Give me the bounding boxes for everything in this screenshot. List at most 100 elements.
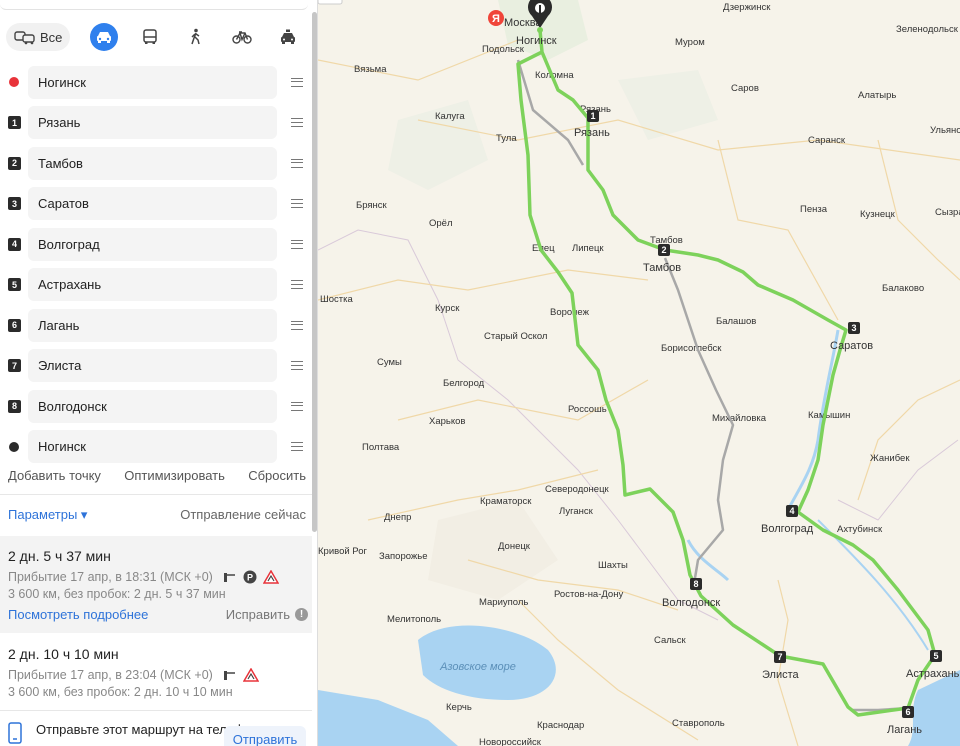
city-label: Саранск <box>808 135 846 146</box>
route-point-field[interactable]: Ногинск <box>28 430 277 464</box>
report-issue-label: Исправить <box>225 607 290 622</box>
route-point: 1 Рязань <box>0 103 310 144</box>
route-feature-icons: P <box>223 570 279 584</box>
city-label: Дзержинск <box>723 2 771 13</box>
city-label: Ростов-на-Дону <box>554 589 623 600</box>
city-label-major: Лагань <box>887 724 922 736</box>
route-point-field[interactable]: Тамбов <box>28 146 277 180</box>
route-arrival-text: Прибытие 17 апр, в 18:31 (МСК +0) <box>8 570 213 584</box>
city-label: Керчь <box>446 702 472 713</box>
car-bus-icon <box>14 31 35 45</box>
warning-icon <box>242 668 259 682</box>
route-point-label: Ногинск <box>38 74 86 90</box>
map-control-edge[interactable] <box>318 0 343 5</box>
reset-button[interactable]: Сбросить <box>248 468 306 483</box>
mode-all-label: Все <box>40 29 63 45</box>
route-point-label: Волгодонск <box>38 398 107 414</box>
svg-text:P: P <box>247 573 253 583</box>
drag-handle-icon[interactable] <box>291 199 303 209</box>
route-point-label: Лагань <box>38 317 80 333</box>
city-label: Сумы <box>377 357 402 368</box>
city-label-major: Волгоград <box>761 523 814 535</box>
city-label: Новороссийск <box>479 737 542 746</box>
route-points-list: Ногинск 1 Рязань 2 Тамбов 3 Саратов 4 Во… <box>0 62 310 467</box>
route-distance: 3 600 км, без пробок: 2 дн. 10 ч 10 мин <box>8 685 233 699</box>
city-label: Донецк <box>498 541 531 552</box>
route-point-field[interactable]: Саратов <box>28 187 277 221</box>
drag-handle-icon[interactable] <box>291 320 303 330</box>
city-label: Курск <box>435 303 460 314</box>
route-point-field[interactable]: Волгоград <box>28 227 277 261</box>
mode-car-button[interactable] <box>90 23 119 51</box>
params-dropdown[interactable]: Параметры ▾ <box>8 507 87 523</box>
city-label: Днепр <box>384 512 411 523</box>
city-label: Запорожье <box>379 551 428 562</box>
route-arrival-text: Прибытие 17 апр, в 23:04 (МСК +0) <box>8 668 213 682</box>
route-point-field[interactable]: Элиста <box>28 349 277 383</box>
report-issue-button[interactable]: Исправить! <box>226 607 308 622</box>
drag-handle-icon[interactable] <box>291 77 303 87</box>
city-label: Брянск <box>356 200 388 211</box>
route-point-label: Элиста <box>38 358 82 374</box>
end-point-icon <box>9 441 19 452</box>
waypoint-number-icon: 2 <box>8 156 21 170</box>
city-label: Ставрополь <box>672 718 725 729</box>
route-arrival: Прибытие 17 апр, в 23:04 (МСК +0) <box>8 668 308 682</box>
map-view[interactable]: Дзержинск Зеленодольск Подольск Коломна … <box>318 0 960 746</box>
route-point: 2 Тамбов <box>0 143 310 184</box>
route-option-2[interactable]: 2 дн. 10 ч 10 мин Прибытие 17 апр, в 23:… <box>8 646 308 699</box>
mode-bicycle-button[interactable] <box>228 23 256 51</box>
city-label: Камышин <box>808 410 850 421</box>
route-point-field[interactable]: Астрахань <box>28 268 277 302</box>
city-label: Ульянов <box>930 125 960 136</box>
route-point-field[interactable]: Лагань <box>28 308 277 342</box>
route-arrival: Прибытие 17 апр, в 18:31 (МСК +0) P <box>8 570 308 584</box>
drag-handle-icon[interactable] <box>291 361 303 371</box>
mode-walk-button[interactable] <box>182 23 210 51</box>
route-point-field[interactable]: Ногинск <box>28 65 277 99</box>
taxi-icon <box>281 29 296 44</box>
waypoint-number-icon: 6 <box>8 318 21 332</box>
departure-time-button[interactable]: Отправление сейчас <box>180 507 306 523</box>
mode-taxi-button[interactable] <box>274 23 302 51</box>
city-label-major: Тамбов <box>643 262 681 274</box>
city-label: Мариуполь <box>479 597 528 608</box>
divider <box>0 710 312 711</box>
drag-handle-icon[interactable] <box>291 442 303 452</box>
city-label: Вязьма <box>354 64 387 75</box>
mode-bus-button[interactable] <box>136 23 164 51</box>
route-details-link[interactable]: Посмотреть подробнее <box>8 607 148 622</box>
drag-handle-icon[interactable] <box>291 401 303 411</box>
drag-handle-icon[interactable] <box>291 118 303 128</box>
city-label: Пенза <box>800 204 828 215</box>
route-point-field[interactable]: Рязань <box>28 106 277 140</box>
send-button[interactable]: Отправить <box>224 726 306 746</box>
city-label: Кузнецк <box>860 209 896 220</box>
drag-handle-icon[interactable] <box>291 239 303 249</box>
add-point-button[interactable]: Добавить точку <box>8 468 101 483</box>
city-label: Кривой Рог <box>318 546 367 557</box>
mode-all-button[interactable]: Все <box>6 23 71 51</box>
route-option-1[interactable]: 2 дн. 5 ч 37 мин Прибытие 17 апр, в 18:3… <box>8 548 308 622</box>
panel-scrollbar[interactable] <box>312 12 317 532</box>
city-label: Краснодар <box>537 720 584 731</box>
city-label: Сызрань <box>935 207 960 218</box>
route-point-label: Саратов <box>38 196 89 212</box>
route-point-label: Рязань <box>38 115 81 131</box>
optimize-button[interactable]: Оптимизировать <box>124 468 225 483</box>
city-label: Сальск <box>654 635 686 646</box>
city-label: Алатырь <box>858 90 896 101</box>
waypoint-number-icon: 1 <box>8 116 21 130</box>
route-point: 8 Волгодонск <box>0 386 310 427</box>
route-point-field[interactable]: Волгодонск <box>28 389 277 423</box>
waypoint-marker-label: 4 <box>789 506 794 516</box>
waypoint-marker-label: 2 <box>661 245 666 255</box>
waypoint-number-icon: 7 <box>8 359 21 373</box>
waypoint-number-icon: 5 <box>8 278 21 292</box>
route-actions: Добавить точку Оптимизировать Сбросить <box>8 468 306 483</box>
city-label: Мелитополь <box>387 614 441 625</box>
city-label: Луганск <box>559 506 594 517</box>
drag-handle-icon[interactable] <box>291 280 303 290</box>
drag-handle-icon[interactable] <box>291 158 303 168</box>
map-canvas[interactable]: Дзержинск Зеленодольск Подольск Коломна … <box>318 0 960 746</box>
